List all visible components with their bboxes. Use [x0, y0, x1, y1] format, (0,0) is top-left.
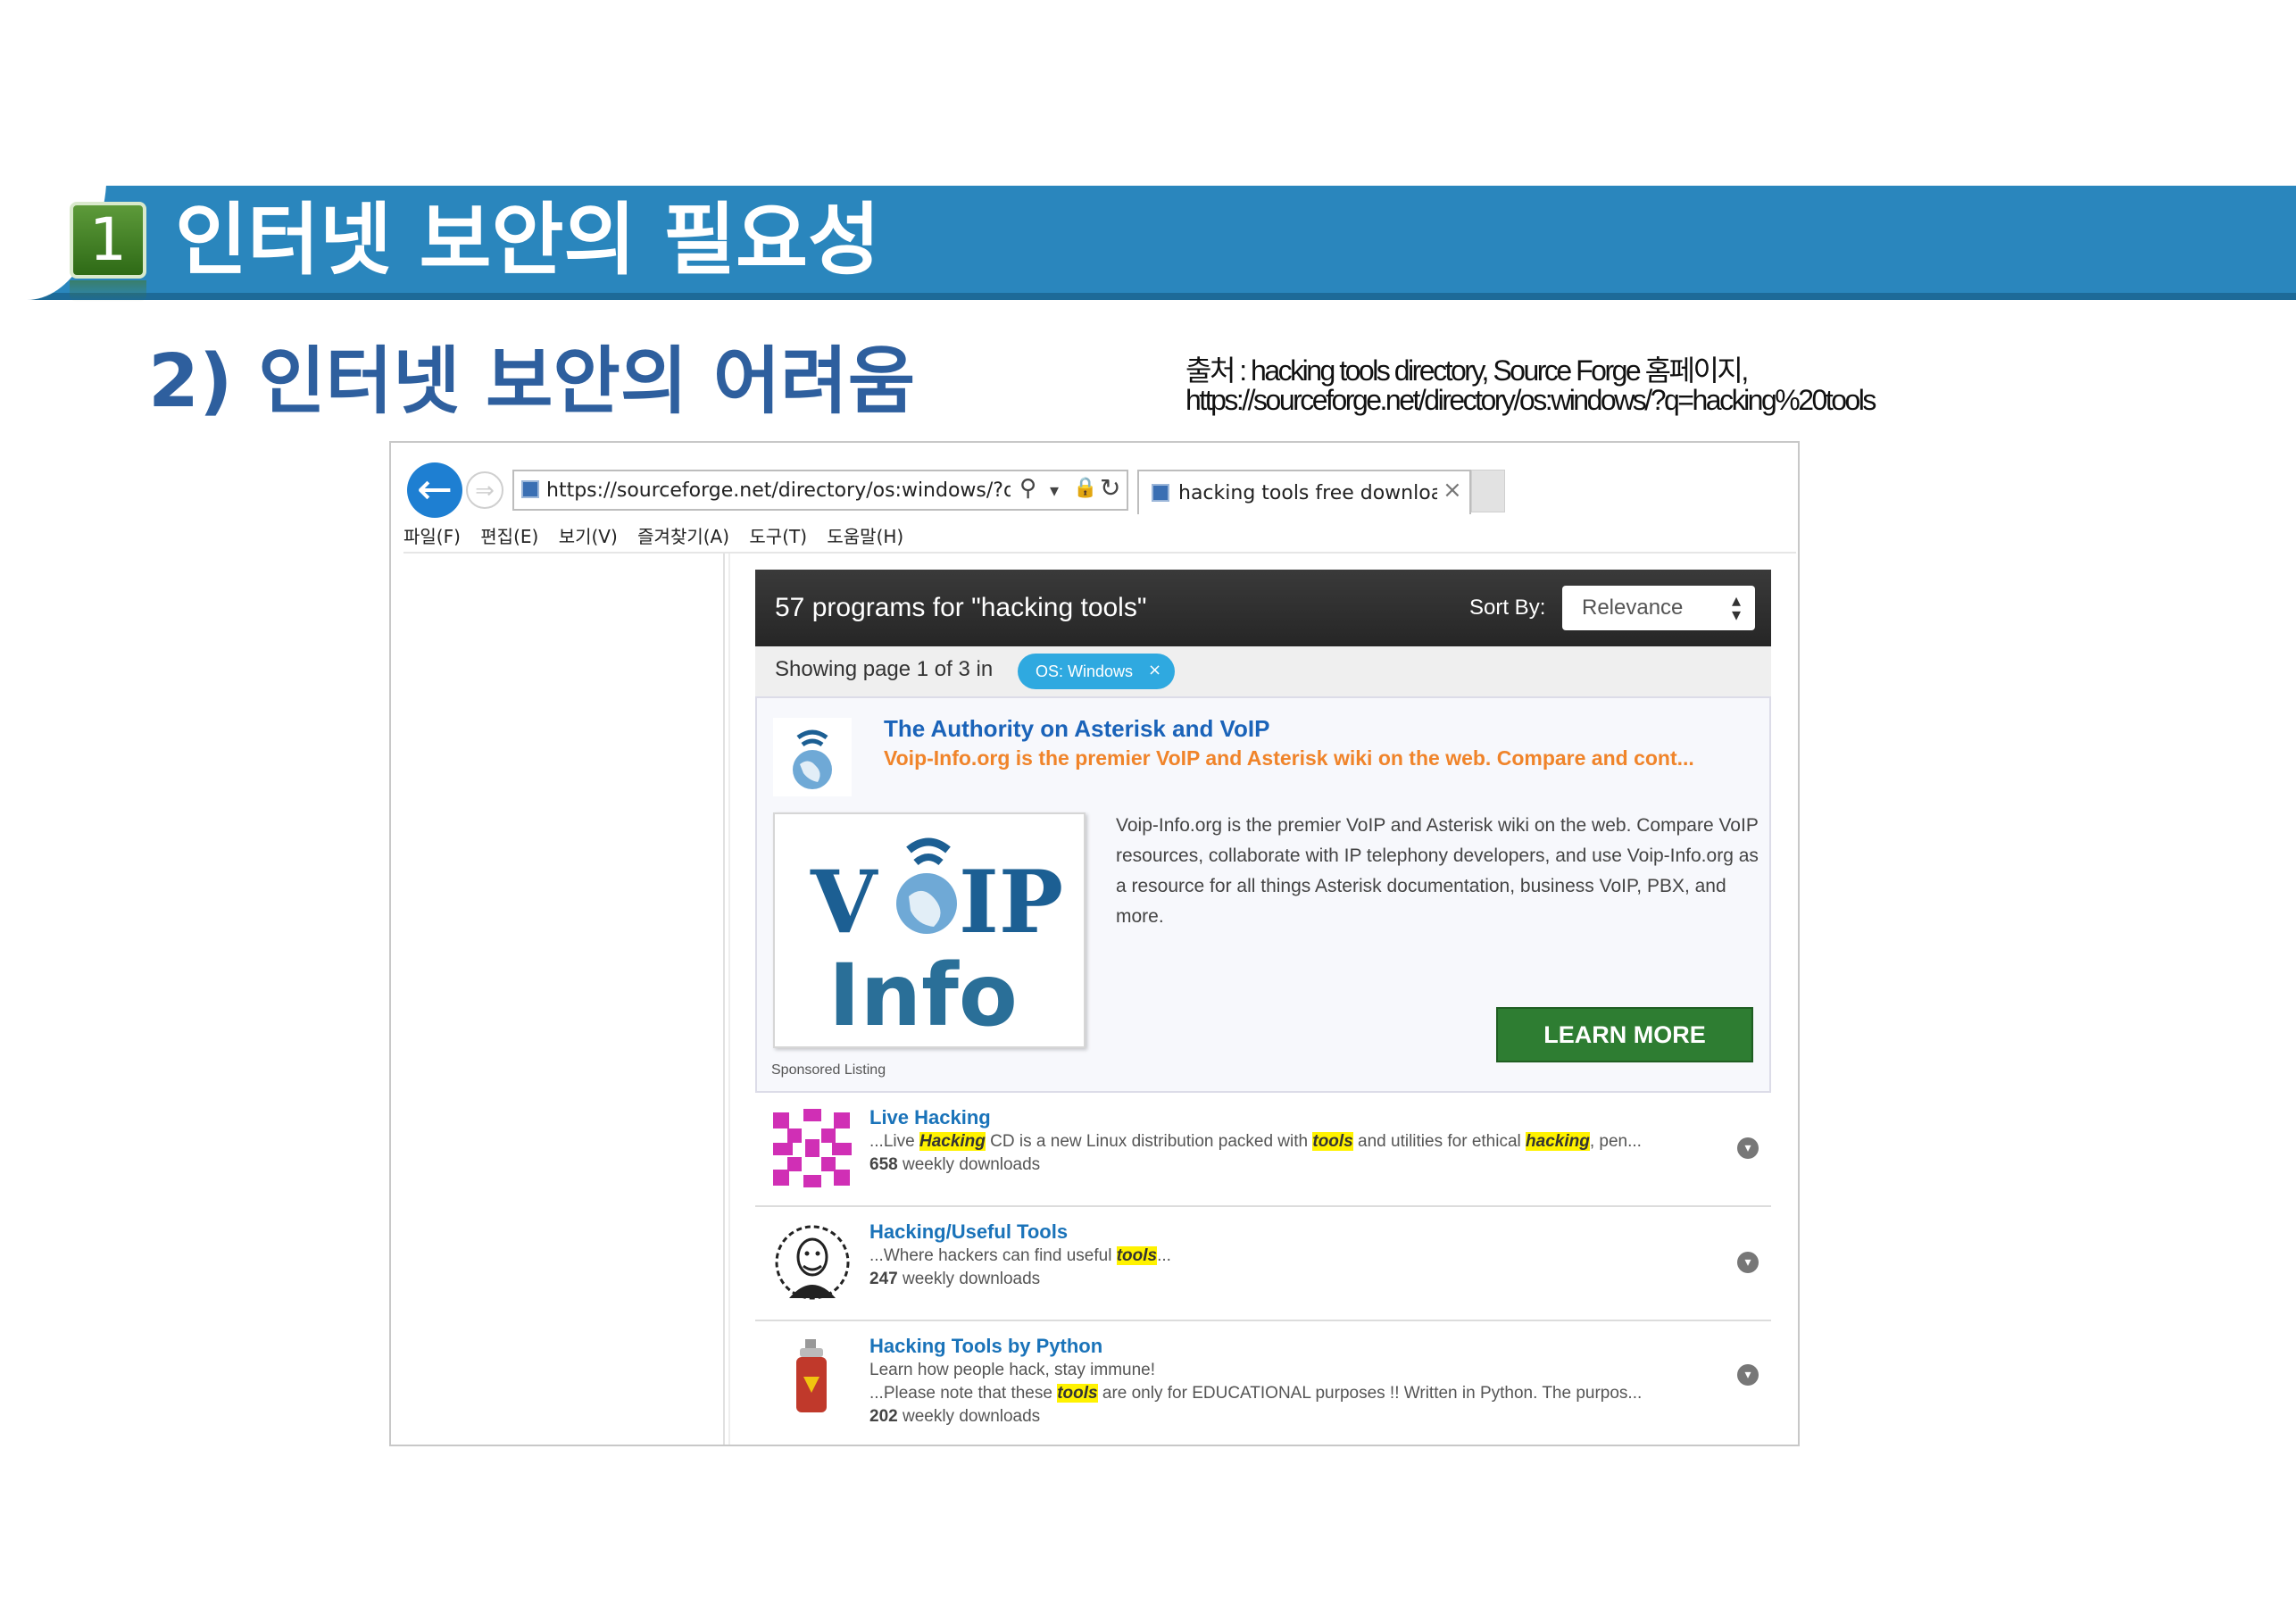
search-highlight: hacking: [1526, 1132, 1590, 1151]
downloads-label: weekly downloads: [897, 1155, 1041, 1174]
desc-text: are only for EDUCATIONAL purposes !! Wri…: [1097, 1384, 1643, 1403]
result-description: ...Live Hacking CD is a new Linux distri…: [869, 1130, 1709, 1153]
desc-text: CD is a new Linux distribution packed wi…: [985, 1132, 1313, 1151]
search-highlight: tools: [1057, 1384, 1098, 1403]
tab-title: hacking tools free downloa...: [1178, 482, 1437, 504]
sponsored-label: Sponsored Listing: [771, 1062, 886, 1078]
section-title: 2) 인터넷 보안의 어려움: [148, 339, 916, 424]
address-url[interactable]: https://sourceforge.net/directory/os:win…: [546, 477, 1011, 505]
menu-help[interactable]: 도움말(H): [827, 526, 903, 547]
pagination-status: Showing page 1 of 3 in: [775, 657, 994, 681]
arrow-right-icon: ⇒: [475, 478, 495, 504]
site-favicon-icon: [521, 480, 539, 498]
menu-favorites[interactable]: 즐겨찾기(A): [637, 526, 729, 547]
chevron-down-icon[interactable]: ▾: [1737, 1252, 1759, 1273]
arrow-left-icon: ←: [416, 464, 453, 514]
source-caption-line2: https://sourceforge.net/directory/os:win…: [1185, 384, 1876, 416]
voip-globe-icon[interactable]: [773, 718, 852, 796]
sort-select-value: Relevance: [1582, 595, 1684, 620]
downloads-count: 658: [869, 1155, 898, 1174]
section-number-badge: 1: [70, 202, 146, 279]
downloads-label: weekly downloads: [897, 1270, 1041, 1288]
anonymous-mask-thumbnail-icon[interactable]: [771, 1221, 853, 1303]
menu-file[interactable]: 파일(F): [403, 526, 461, 547]
result-row: Hacking Tools by Python Learn how people…: [755, 1321, 1771, 1445]
section-number-badge-reflection: [70, 280, 146, 302]
result-description: ...Please note that these tools are only…: [869, 1382, 1709, 1405]
refresh-icon[interactable]: ↻: [1100, 473, 1120, 503]
menu-view[interactable]: 보기(V): [559, 526, 618, 547]
desc-text: ...Live: [869, 1132, 919, 1151]
close-icon[interactable]: ×: [1148, 654, 1161, 687]
search-icon[interactable]: ⚲: [1019, 475, 1036, 502]
result-title[interactable]: Hacking Tools by Python: [869, 1334, 1102, 1359]
sort-select[interactable]: Relevance ▴ ▾: [1562, 586, 1755, 630]
weekly-downloads: 658 weekly downloads: [869, 1153, 1040, 1177]
browser-screenshot: ← ⇒ https://sourceforge.net/directory/os…: [389, 441, 1800, 1446]
learn-more-button[interactable]: LEARN MORE: [1496, 1007, 1753, 1062]
voip-info-logo[interactable]: V IP Info: [773, 812, 1086, 1048]
sponsored-description: Voip-Info.org is the premier VoIP and As…: [1116, 815, 1759, 927]
desc-text: ...Where hackers can find useful: [869, 1246, 1117, 1265]
logo-text-v: V: [810, 852, 878, 953]
menu-edit[interactable]: 편집(E): [480, 526, 538, 547]
sidebar-divider-inner: [728, 554, 730, 1445]
chrome-divider: [403, 552, 1796, 554]
address-bar[interactable]: https://sourceforge.net/directory/os:win…: [512, 470, 1128, 511]
logo-text-ip: IP: [959, 852, 1063, 953]
menu-tools[interactable]: 도구(T): [749, 526, 807, 547]
filter-row: Showing page 1 of 3 in OS: Windows ×: [755, 646, 1771, 696]
lock-icon[interactable]: 🔒: [1073, 477, 1097, 499]
sponsored-title[interactable]: The Authority on Asterisk and VoIP: [884, 712, 1269, 745]
search-highlight: tools: [1312, 1132, 1353, 1151]
results-header: 57 programs for "hacking tools" Sort By:…: [755, 570, 1771, 646]
weekly-downloads: 247 weekly downloads: [869, 1268, 1040, 1291]
spray-can-thumbnail-icon[interactable]: [771, 1336, 853, 1418]
live-hacking-thumbnail-icon[interactable]: [771, 1107, 853, 1189]
desc-text: , pen...: [1589, 1132, 1642, 1151]
result-title[interactable]: Hacking/Useful Tools: [869, 1220, 1068, 1245]
updown-arrows-icon: ▴ ▾: [1731, 589, 1742, 625]
logo-text-info: Info: [828, 945, 1018, 1045]
result-title[interactable]: Live Hacking: [869, 1105, 991, 1130]
desc-text: ...: [1157, 1246, 1171, 1265]
search-highlight: tools: [1116, 1246, 1158, 1265]
downloads-count: 202: [869, 1407, 898, 1426]
slide-title: 인터넷 보안의 필요성: [175, 194, 880, 286]
chevron-down-icon[interactable]: ▾: [1737, 1364, 1759, 1386]
weekly-downloads: 202 weekly downloads: [869, 1405, 1040, 1428]
menu-bar: 파일(F) 편집(E) 보기(V) 즐겨찾기(A) 도구(T) 도움말(H): [403, 523, 918, 550]
back-button[interactable]: ←: [407, 462, 462, 518]
sort-label: Sort By:: [1469, 595, 1546, 620]
sidebar-divider: [723, 554, 725, 1445]
search-highlight: Hacking: [919, 1132, 986, 1151]
desc-text: and utilities for ethical: [1352, 1132, 1527, 1151]
os-filter-label: OS: Windows: [1036, 662, 1134, 680]
browser-tab[interactable]: hacking tools free downloa... ×: [1137, 470, 1471, 514]
result-row: Hacking/Useful Tools ...Where hackers ca…: [755, 1207, 1771, 1321]
title-band-shadow: [0, 293, 2296, 300]
result-row: Live Hacking ...Live Hacking CD is a new…: [755, 1093, 1771, 1207]
result-description: ...Where hackers can find useful tools..…: [869, 1245, 1709, 1268]
downloads-label: weekly downloads: [897, 1407, 1041, 1426]
os-filter-chip[interactable]: OS: Windows ×: [1018, 654, 1175, 689]
downloads-count: 247: [869, 1270, 898, 1288]
sponsored-tagline[interactable]: Voip-Info.org is the premier VoIP and As…: [884, 743, 1759, 773]
forward-button[interactable]: ⇒: [466, 471, 503, 509]
desc-text: ...Please note that these: [869, 1384, 1058, 1403]
sponsored-listing: The Authority on Asterisk and VoIP Voip-…: [755, 696, 1771, 1093]
tab-favicon-icon: [1152, 484, 1169, 502]
chevron-down-icon[interactable]: ▾: [1737, 1137, 1759, 1159]
close-icon[interactable]: ×: [1443, 477, 1462, 504]
result-summary: Learn how people hack, stay immune!: [869, 1361, 1156, 1379]
results-count: 57 programs for "hacking tools": [775, 593, 1147, 622]
dropdown-arrow-icon[interactable]: ▾: [1050, 475, 1059, 505]
new-tab-button[interactable]: [1471, 470, 1505, 512]
